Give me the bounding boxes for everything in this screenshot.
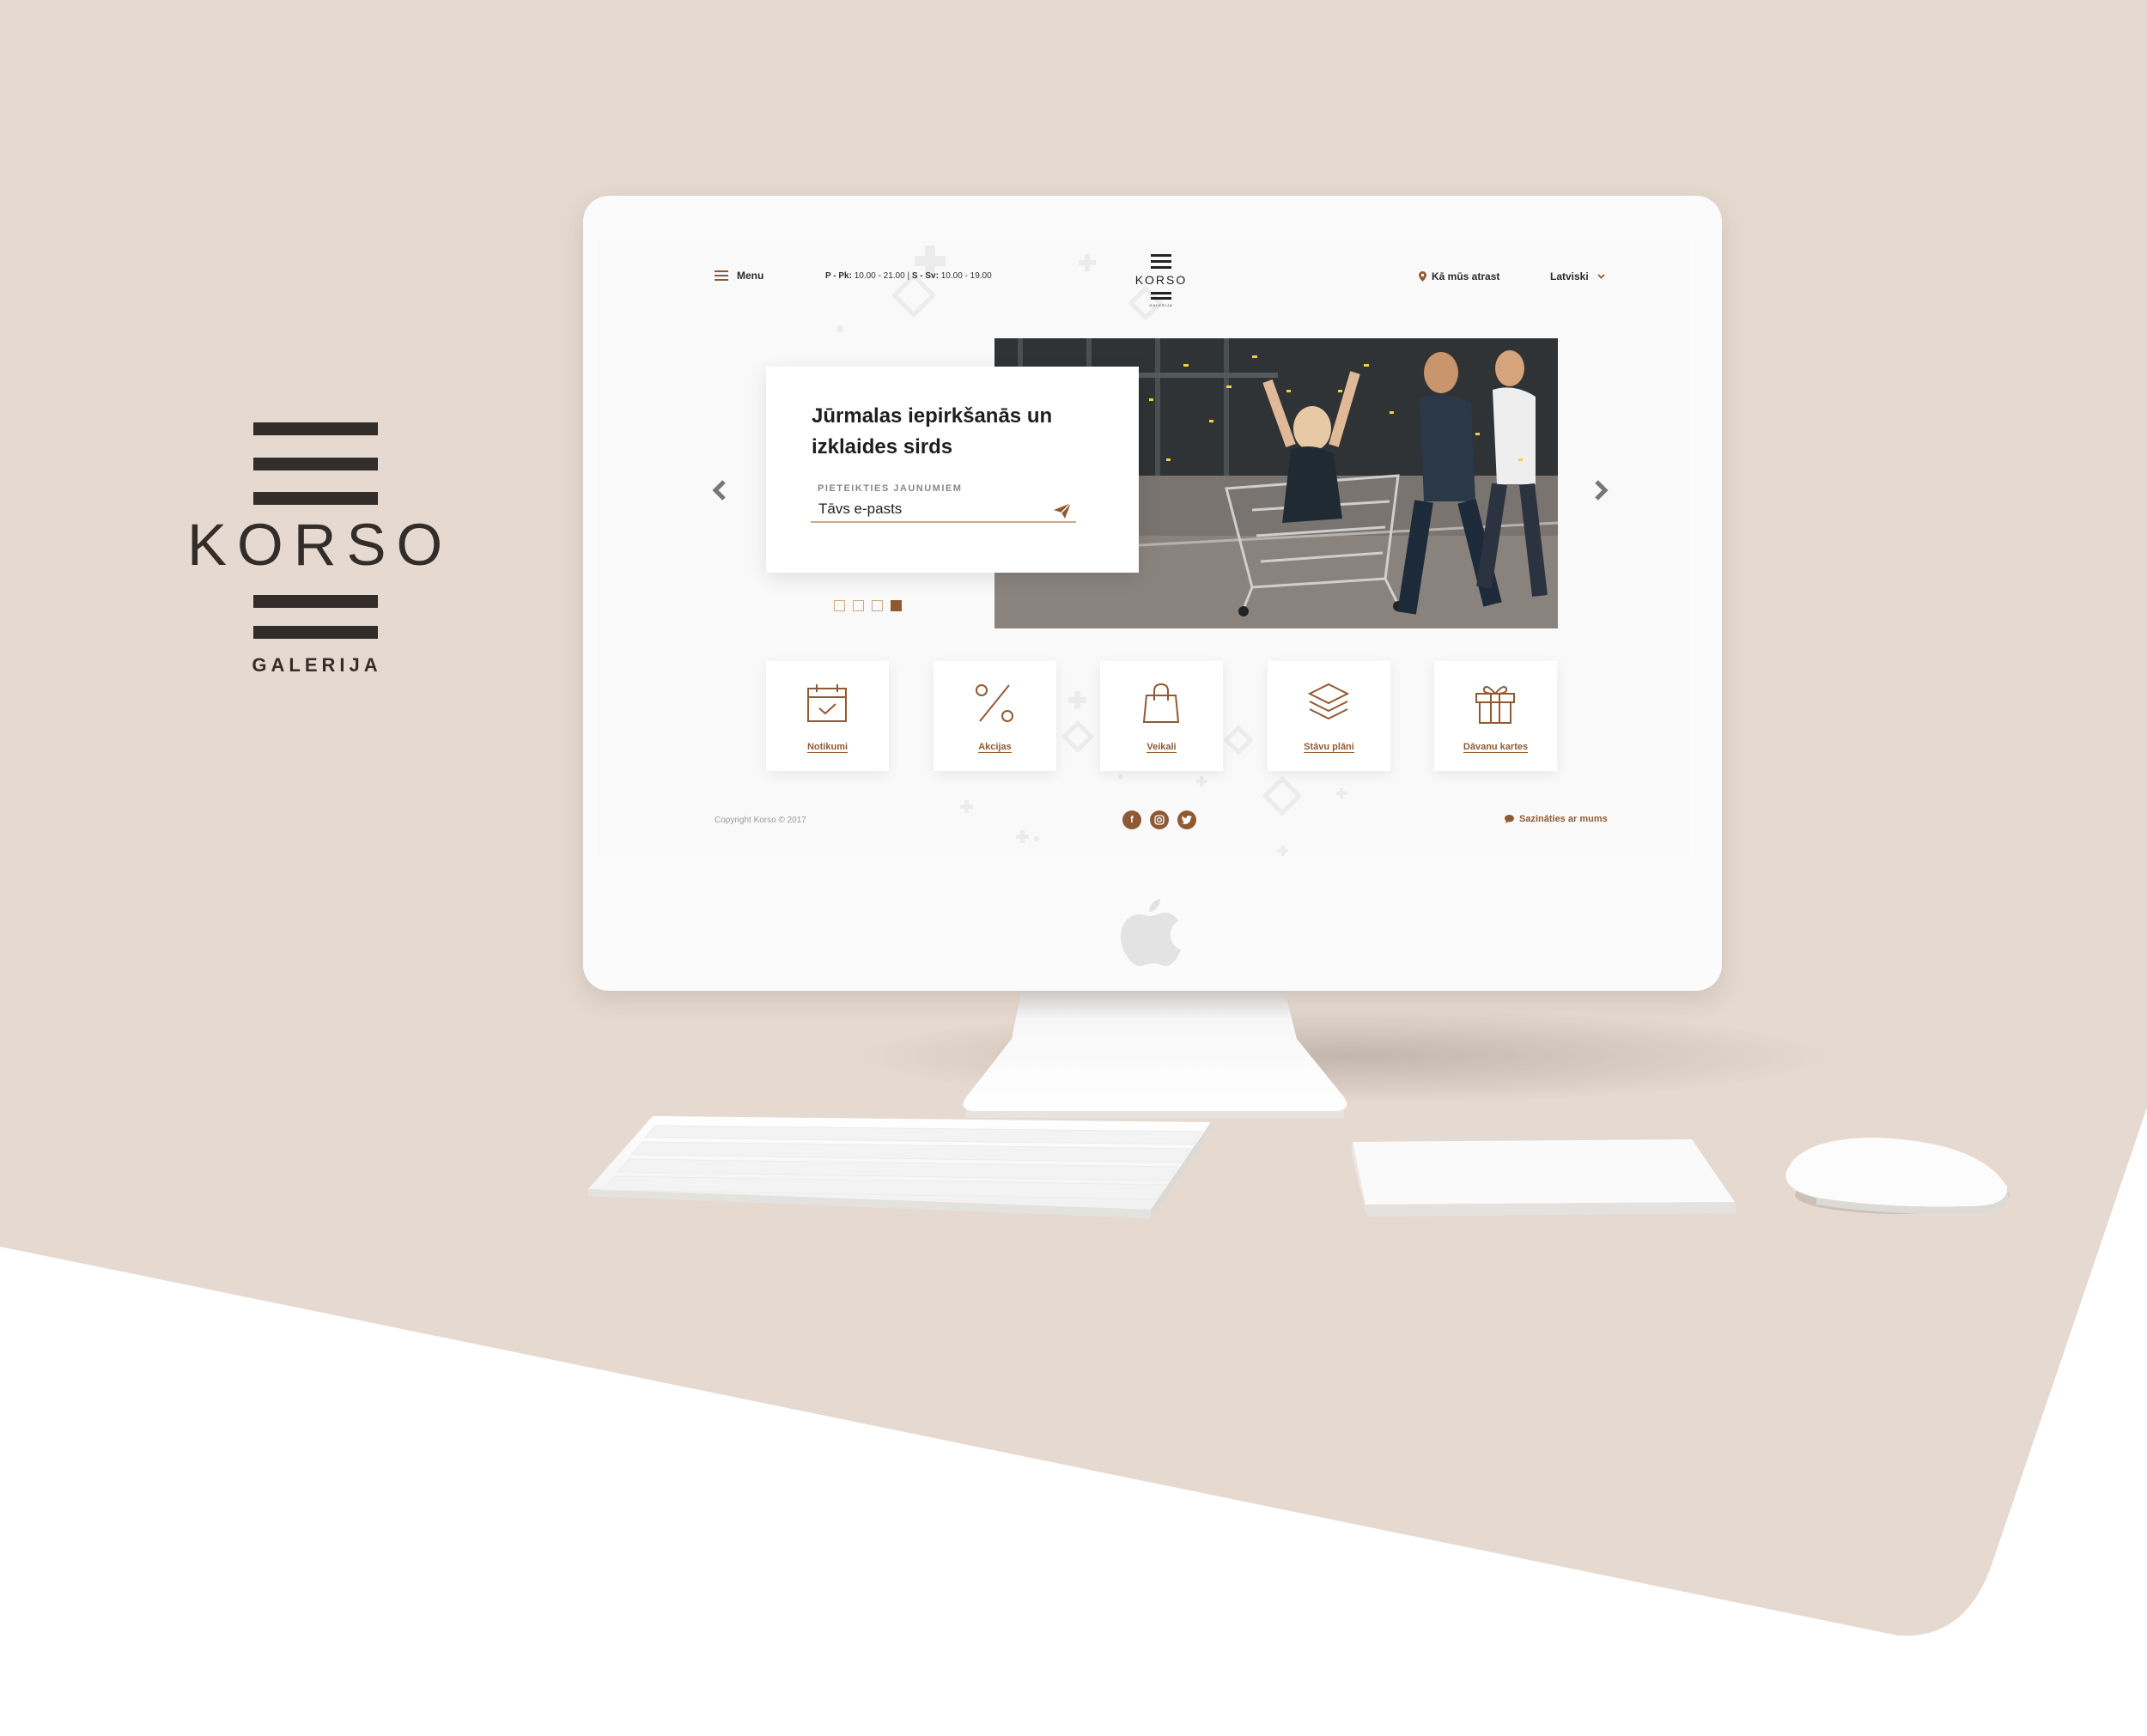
hero-title: Jūrmalas iepirkšanās un izklaides sirds	[812, 404, 1053, 458]
gift-icon	[1475, 686, 1515, 724]
site-logo-subtext: GALERIJA	[1149, 303, 1173, 307]
twitter-icon[interactable]	[1177, 810, 1196, 829]
chat-bubble-icon	[1505, 815, 1514, 823]
logo-bar	[1151, 266, 1171, 269]
logo-bar	[253, 595, 378, 608]
previous-slide-icon[interactable]	[711, 479, 730, 501]
weekday-label: P - Pk:	[825, 271, 852, 281]
next-slide-icon[interactable]	[1590, 479, 1609, 501]
hamburger-icon	[715, 270, 728, 281]
find-us-label: Kā mūs atrast	[1432, 270, 1500, 282]
tile-notikumi[interactable]: Notikumi	[766, 661, 889, 771]
tile-label: Veikali	[1146, 742, 1177, 753]
instagram-icon[interactable]	[1150, 810, 1169, 829]
tile-label: Dāvanu kartes	[1463, 742, 1529, 753]
site-logo-text: KORSO	[1134, 273, 1188, 287]
logo-bar	[253, 626, 378, 639]
menu-label: Menu	[737, 270, 764, 282]
hours-separator: |	[907, 271, 910, 281]
slide-dot[interactable]	[834, 600, 845, 611]
language-label: Latviski	[1550, 270, 1589, 282]
email-field[interactable]	[811, 497, 1076, 523]
menu-button[interactable]: Menu	[715, 270, 763, 282]
chevron-down-icon	[1597, 274, 1605, 279]
logo-bar	[1151, 254, 1171, 257]
opening-hours: P - Pk: 10.00 - 21.00 | S - Sv: 10.00 - …	[825, 271, 992, 281]
logo-bar	[253, 492, 378, 505]
apple-logo-icon	[1121, 899, 1181, 966]
weekend-time: 10.00 - 19.00	[940, 271, 992, 281]
site-logo[interactable]: KORSO GALERIJA	[1128, 252, 1194, 309]
logo-bar	[1151, 260, 1171, 263]
copyright-text: Copyright Korso © 2017	[715, 816, 806, 825]
trackpad	[1352, 1139, 1736, 1217]
contact-link[interactable]: Sazināties ar mums	[1505, 814, 1608, 824]
layers-icon	[1307, 683, 1350, 720]
tile-label: Stāvu plāni	[1304, 742, 1354, 753]
contact-label: Sazināties ar mums	[1519, 814, 1608, 824]
slide-dot-active[interactable]	[891, 600, 902, 611]
language-select[interactable]: Latviski	[1550, 270, 1605, 282]
send-icon[interactable]	[1053, 502, 1072, 519]
slide-dot[interactable]	[872, 600, 883, 611]
keyboard	[588, 1116, 1213, 1218]
social-links: f	[1122, 810, 1196, 829]
brand-subtitle: GALERIJA	[252, 654, 382, 676]
newsletter-label: PIETEIKTIES JAUNUMIEM	[818, 483, 963, 494]
find-us-link[interactable]: Kā mūs atrast	[1419, 270, 1499, 282]
slide-dot[interactable]	[853, 600, 864, 611]
hero-card: Jūrmalas iepirkšanās un izklaides sirds …	[766, 367, 1139, 573]
mouse	[1785, 1138, 2010, 1215]
tile-label: Akcijas	[978, 742, 1012, 753]
logo-bar	[253, 422, 378, 435]
percent-icon	[976, 684, 1013, 722]
tile-veikali[interactable]: Veikali	[1100, 661, 1223, 771]
calendar-check-icon	[807, 684, 847, 722]
shopping-bag-icon	[1142, 683, 1180, 723]
weekday-time: 10.00 - 21.00	[854, 271, 905, 281]
tile-davanu-kartes[interactable]: Dāvanu kartes	[1434, 661, 1557, 771]
brand-name: KORSO	[187, 512, 453, 578]
weekend-label: S - Sv:	[911, 271, 939, 281]
logo-bar	[253, 458, 378, 470]
facebook-icon[interactable]: f	[1122, 810, 1141, 829]
tile-label: Notikumi	[806, 742, 848, 753]
imac-stand	[963, 987, 1347, 1118]
slider-dots	[834, 600, 902, 611]
brand-logo: KORSO GALERIJA	[180, 422, 447, 680]
location-pin-icon	[1419, 271, 1426, 282]
tile-stavu-plani[interactable]: Stāvu plāni	[1268, 661, 1390, 771]
tile-akcijas[interactable]: Akcijas	[934, 661, 1056, 771]
logo-bar	[1151, 292, 1171, 294]
logo-bar	[1151, 297, 1171, 300]
